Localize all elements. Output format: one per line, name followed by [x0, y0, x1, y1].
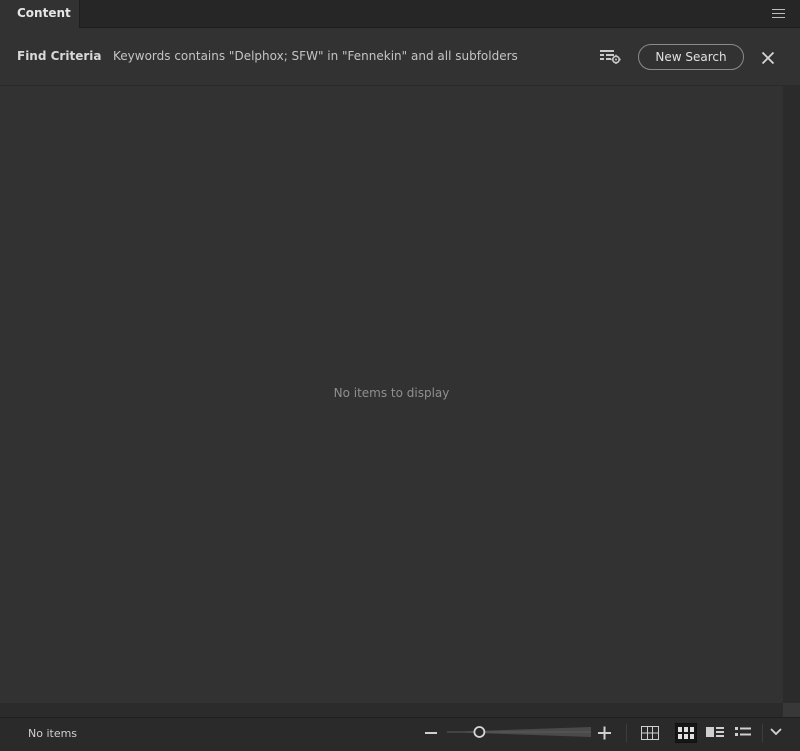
thumbnail-view-icon: [678, 727, 694, 739]
save-as-collection-icon[interactable]: [600, 49, 621, 65]
close-icon[interactable]: [761, 50, 775, 65]
list-view-button[interactable]: [733, 723, 755, 743]
item-count-status: No items: [28, 727, 78, 740]
details-view-button[interactable]: [704, 723, 726, 743]
lock-grid-button[interactable]: [639, 723, 661, 743]
new-search-button[interactable]: New Search: [638, 44, 744, 70]
thumbnail-size-slider[interactable]: [447, 723, 591, 741]
zoom-out-icon[interactable]: [425, 725, 437, 739]
scrollbar-corner: [783, 703, 800, 717]
empty-message: No items to display: [333, 386, 450, 400]
find-criteria-title: Find Criteria: [17, 49, 102, 63]
separator: [762, 724, 763, 742]
panel-tab-bar: Content: [0, 0, 800, 28]
status-bar: No items: [0, 717, 800, 751]
view-options-dropdown[interactable]: [767, 723, 789, 743]
thumbnail-view-button[interactable]: [675, 723, 697, 743]
separator: [626, 724, 627, 742]
find-criteria-bar: Find Criteria Keywords contains "Delphox…: [0, 28, 800, 86]
list-view-icon: [735, 727, 751, 736]
slider-thumb[interactable]: [473, 726, 486, 738]
horizontal-scrollbar[interactable]: [0, 703, 783, 717]
tab-content[interactable]: Content: [0, 0, 80, 28]
hamburger-menu-icon[interactable]: [772, 9, 785, 18]
find-criteria-description: Keywords contains "Delphox; SFW" in "Fen…: [113, 49, 518, 63]
lock-grid-icon: [641, 726, 659, 740]
details-view-icon: [706, 727, 724, 737]
zoom-in-icon[interactable]: [598, 725, 611, 740]
chevron-down-icon: [770, 728, 782, 736]
vertical-scrollbar[interactable]: [783, 86, 800, 717]
content-area: No items to display: [0, 86, 783, 703]
